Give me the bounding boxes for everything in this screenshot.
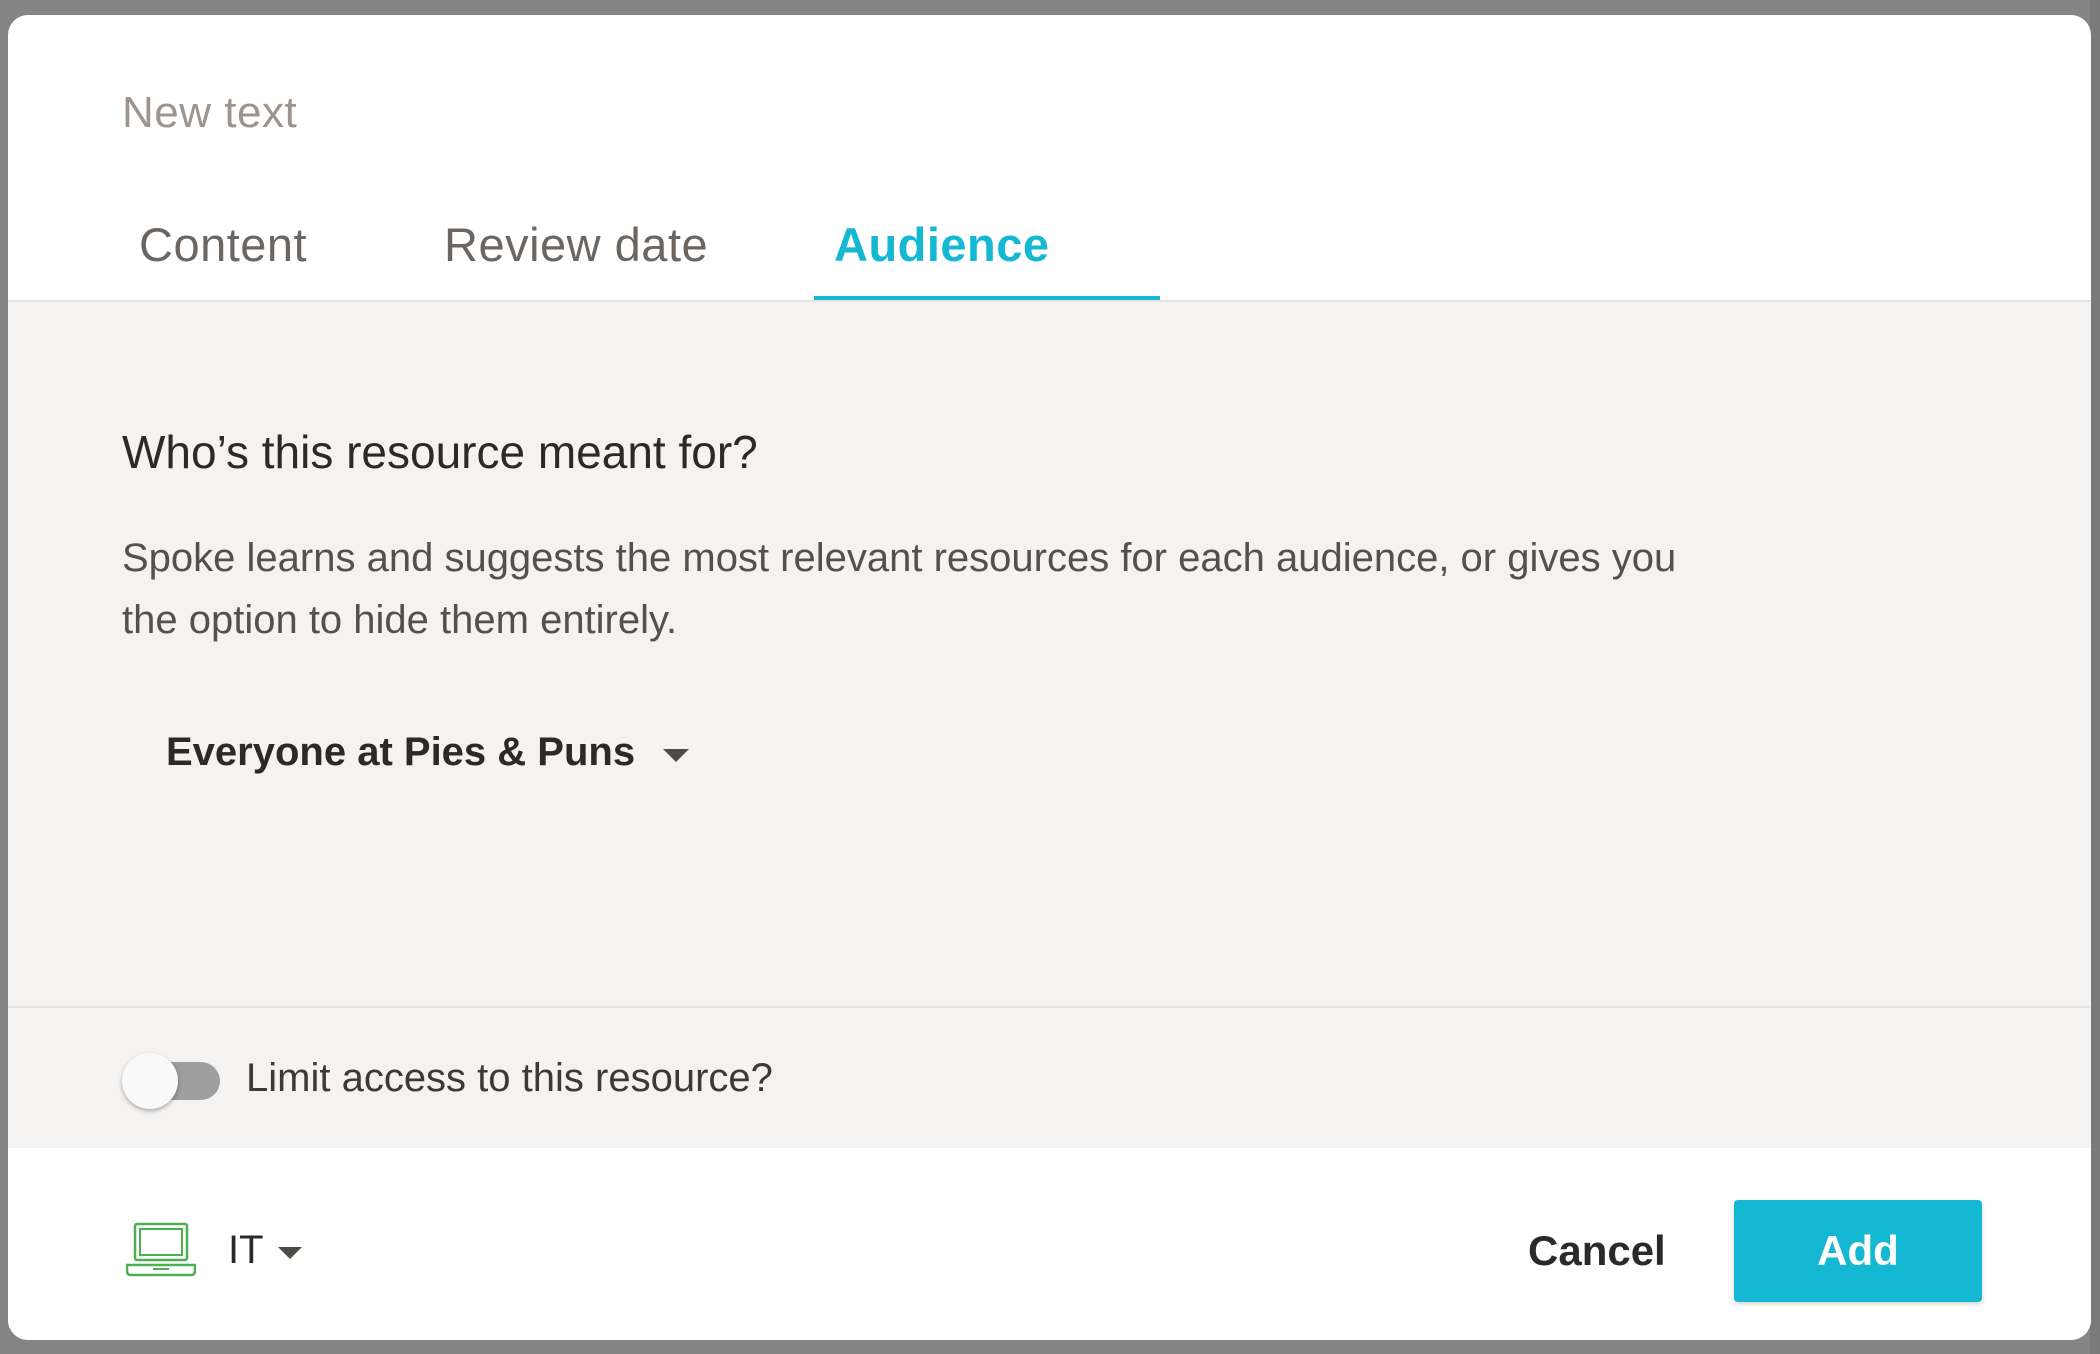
audience-panel: Who’s this resource meant for? Spoke lea… xyxy=(8,302,2091,1006)
dialog-footer: IT Cancel Add xyxy=(8,1148,2091,1340)
audience-dropdown[interactable]: Everyone at Pies & Puns xyxy=(166,730,690,774)
team-dropdown-label: IT xyxy=(228,1228,264,1272)
audience-description: Spoke learns and suggests the most relev… xyxy=(122,536,1677,642)
add-button[interactable]: Add xyxy=(1734,1200,1982,1302)
limit-access-label: Limit access to this resource? xyxy=(246,1056,773,1100)
laptop-icon xyxy=(126,1222,196,1277)
caret-down-icon xyxy=(663,748,690,762)
tab-content[interactable]: Content xyxy=(139,221,307,268)
audience-dropdown-label: Everyone at Pies & Puns xyxy=(166,730,636,774)
tab-audience[interactable]: Audience xyxy=(834,221,1050,268)
toggle-knob xyxy=(122,1053,178,1109)
limit-access-row: Limit access to this resource? xyxy=(8,1006,2091,1150)
tab-bar: Content Review date Audience xyxy=(8,215,2091,302)
backdrop xyxy=(2090,0,2100,1354)
limit-access-toggle[interactable] xyxy=(122,1053,227,1109)
tab-review-date[interactable]: Review date xyxy=(444,221,708,268)
active-tab-indicator xyxy=(814,296,1160,300)
dialog-title: New text xyxy=(122,88,298,137)
audience-heading: Who’s this resource meant for? xyxy=(122,426,758,478)
team-dropdown[interactable]: IT xyxy=(228,1230,302,1270)
new-resource-dialog: New text Content Review date Audience Wh… xyxy=(8,15,2091,1340)
cancel-button[interactable]: Cancel xyxy=(1528,1224,1666,1279)
caret-down-icon xyxy=(277,1247,302,1259)
